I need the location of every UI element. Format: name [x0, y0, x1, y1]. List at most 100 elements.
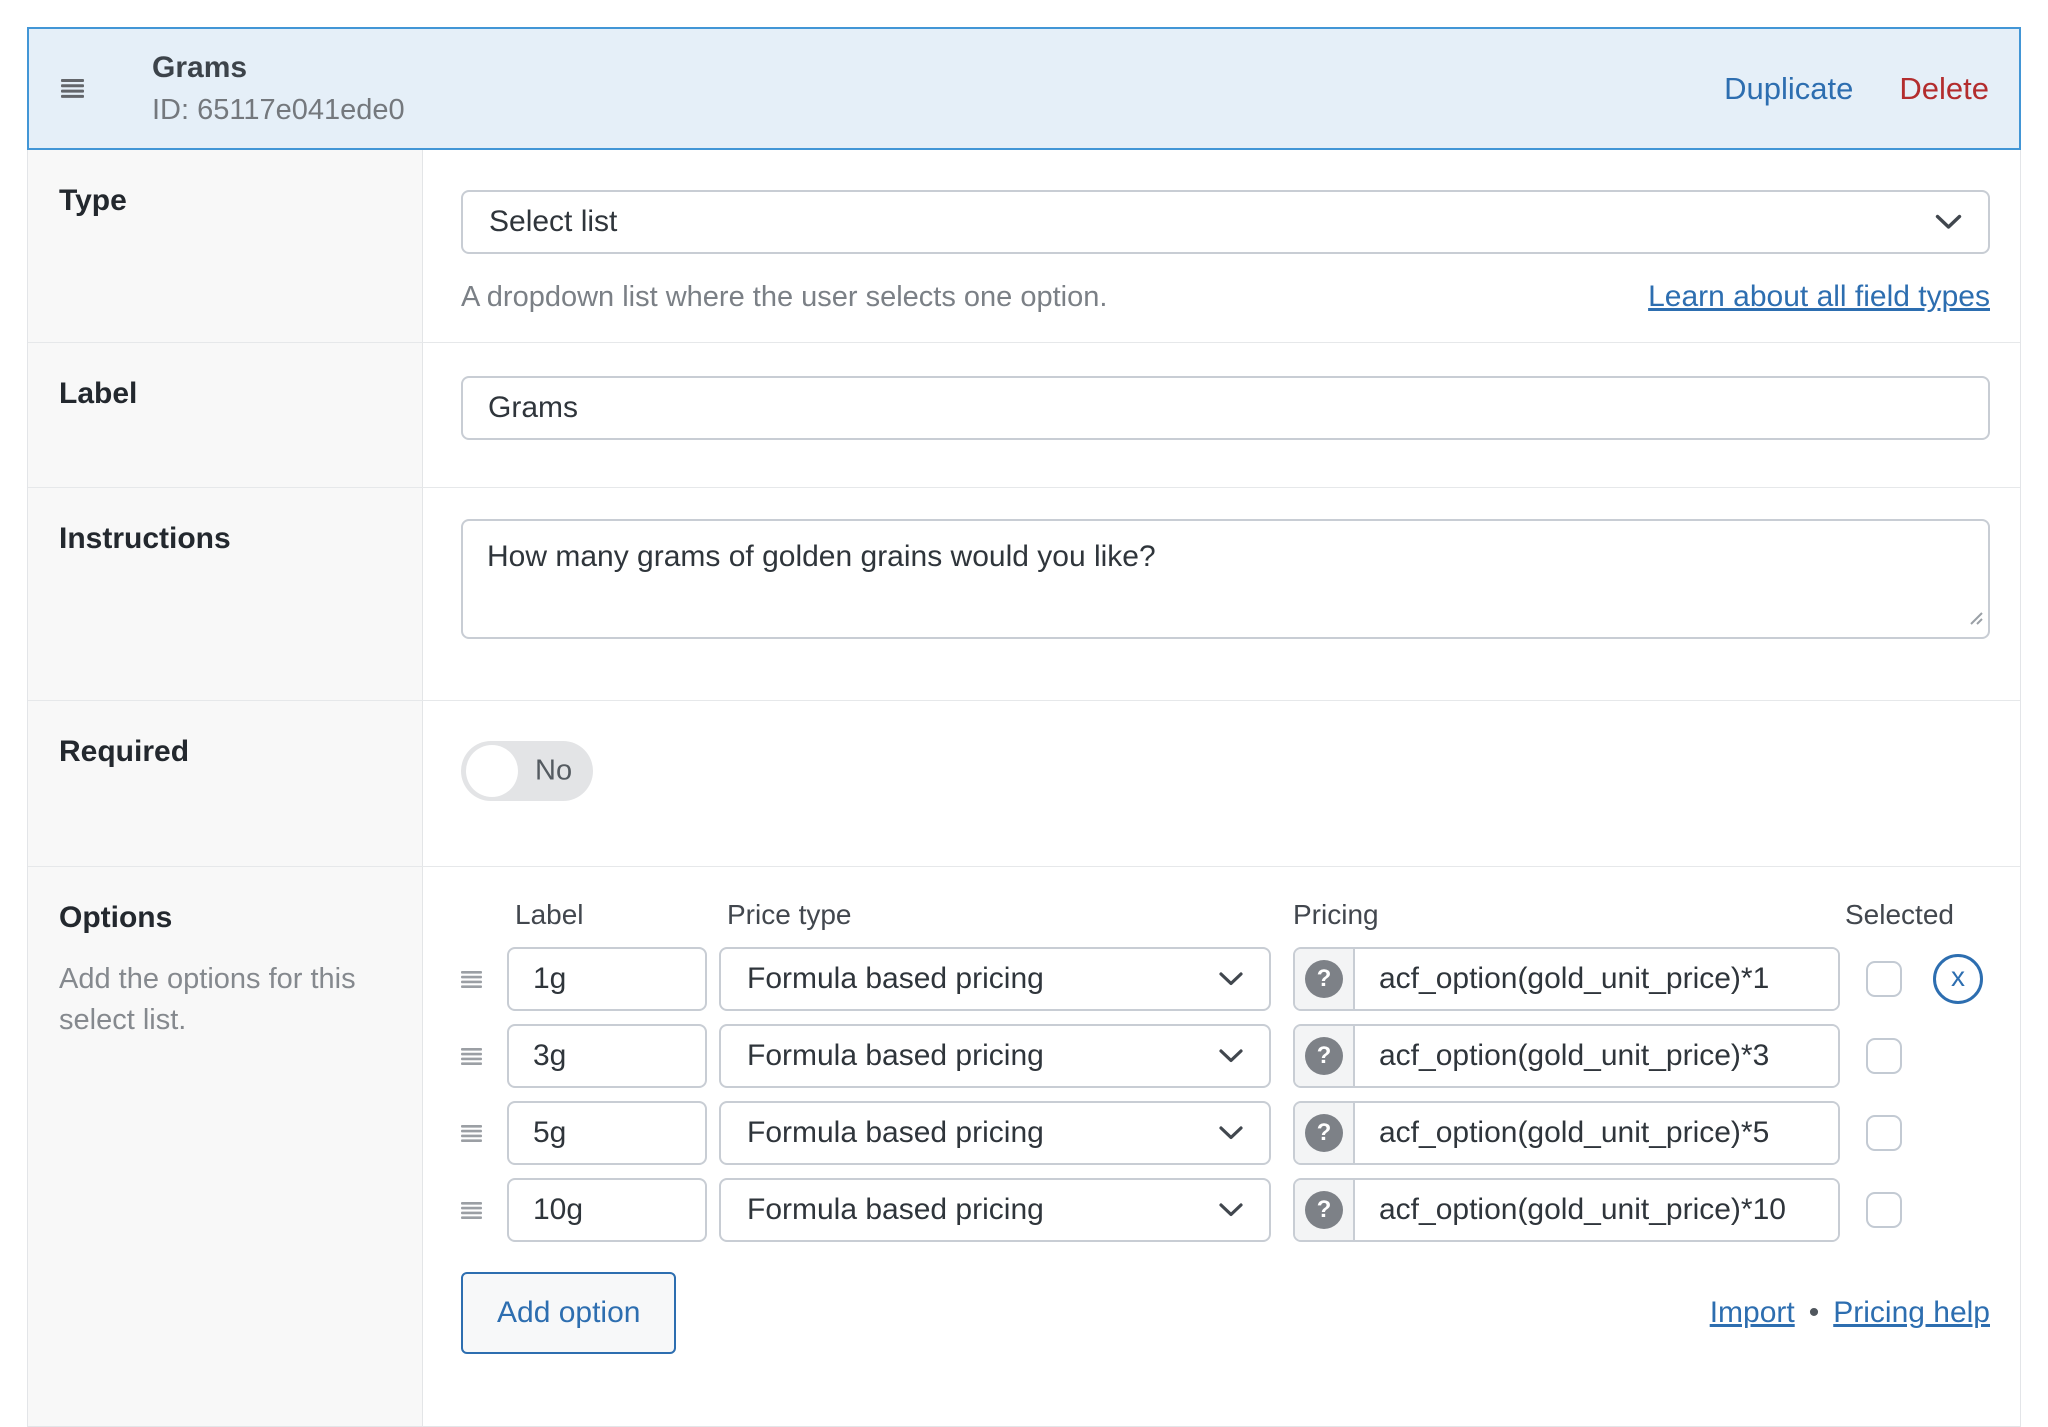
option-row: Formula based pricing ? [461, 1101, 1990, 1165]
chevron-down-icon [1219, 1049, 1243, 1063]
option-selected-cell [1866, 1038, 1902, 1074]
instructions-row-label-cell: Instructions [28, 488, 423, 700]
chevron-down-icon [1219, 972, 1243, 986]
type-row-label-cell: Type [28, 150, 423, 342]
option-pricing-group: ? [1293, 1024, 1840, 1088]
options-column-headers: Label Price type Pricing Selected [461, 899, 1990, 947]
resize-handle-icon[interactable] [1968, 610, 1984, 631]
field-title-block: Grams ID: 65117e041ede0 [152, 51, 405, 127]
learn-field-types-link[interactable]: Learn about all field types [1648, 280, 1990, 314]
option-selected-checkbox[interactable] [1866, 1115, 1902, 1151]
pricing-help-icon[interactable]: ? [1295, 1026, 1355, 1086]
label-row-label-cell: Label [28, 343, 423, 487]
option-row: Formula based pricing ? [461, 1178, 1990, 1242]
pricing-help-icon[interactable]: ? [1295, 1180, 1355, 1240]
price-type-value: Formula based pricing [721, 1193, 1269, 1227]
option-row: Formula based pricing ? x [461, 947, 1990, 1011]
label-row-content [423, 343, 2020, 487]
option-drag-handle-icon[interactable] [461, 1125, 507, 1142]
options-row-label-cell: Options Add the options for this select … [28, 867, 423, 1426]
option-selected-cell [1866, 1192, 1902, 1228]
option-remove-cell: x [1932, 954, 1984, 1004]
options-description: Add the options for this select list. [59, 959, 394, 1041]
type-label: Type [59, 184, 127, 217]
option-price-type-select[interactable]: Formula based pricing [719, 1101, 1271, 1165]
drag-handle-icon[interactable] [61, 79, 84, 98]
option-drag-handle-icon[interactable] [461, 971, 507, 988]
row-options: Options Add the options for this select … [28, 866, 2020, 1426]
row-type: Type Select list A dropdown list where t… [28, 150, 2020, 342]
option-pricing-input[interactable] [1355, 1180, 1838, 1240]
row-instructions: Instructions How many grams of golden gr… [28, 487, 2020, 700]
duplicate-button[interactable]: Duplicate [1724, 71, 1853, 107]
type-description-line: A dropdown list where the user selects o… [461, 280, 1990, 314]
option-price-type-select[interactable]: Formula based pricing [719, 1024, 1271, 1088]
instructions-textarea[interactable]: How many grams of golden grains would yo… [461, 519, 1990, 639]
option-pricing-input[interactable] [1355, 1026, 1838, 1086]
field-title: Grams [152, 51, 405, 85]
type-select[interactable]: Select list [461, 190, 1990, 254]
option-selected-cell [1866, 1115, 1902, 1151]
dot-separator: • [1809, 1296, 1820, 1330]
type-description: A dropdown list where the user selects o… [461, 281, 1107, 314]
question-icon: ? [1305, 1114, 1343, 1152]
question-icon: ? [1305, 960, 1343, 998]
option-pricing-input[interactable] [1355, 949, 1838, 1009]
chevron-down-icon [1219, 1203, 1243, 1217]
option-price-type-select[interactable]: Formula based pricing [719, 1178, 1271, 1242]
column-header-selected: Selected [1845, 899, 1954, 931]
option-drag-handle-icon[interactable] [461, 1202, 507, 1219]
option-pricing-group: ? [1293, 1178, 1840, 1242]
chevron-down-icon [1219, 1126, 1243, 1140]
field-id: ID: 65117e041ede0 [152, 94, 405, 127]
option-price-type-select[interactable]: Formula based pricing [719, 947, 1271, 1011]
option-label-input[interactable] [507, 1024, 707, 1088]
column-header-price-type: Price type [727, 899, 852, 931]
delete-button[interactable]: Delete [1899, 71, 1989, 107]
options-row-content: Label Price type Pricing Selected Formul… [423, 867, 2020, 1426]
option-pricing-group: ? [1293, 1101, 1840, 1165]
price-type-value: Formula based pricing [721, 1039, 1269, 1073]
field-settings-body: Type Select list A dropdown list where t… [27, 150, 2021, 1427]
type-select-value: Select list [463, 205, 1988, 239]
remove-option-button[interactable]: x [1933, 954, 1983, 1004]
add-option-button[interactable]: Add option [461, 1272, 676, 1354]
header-actions: Duplicate Delete [1724, 71, 2019, 107]
option-pricing-input[interactable] [1355, 1103, 1838, 1163]
chevron-down-icon [1935, 214, 1962, 230]
column-header-label: Label [515, 899, 584, 931]
required-row-content: No [423, 701, 2020, 866]
option-row: Formula based pricing ? [461, 1024, 1990, 1088]
drag-bars-glyph [61, 79, 84, 98]
label-label: Label [59, 377, 137, 410]
option-selected-checkbox[interactable] [1866, 1192, 1902, 1228]
pricing-help-link[interactable]: Pricing help [1833, 1296, 1990, 1330]
options-footer-links: Import • Pricing help [1710, 1296, 1990, 1330]
field-header: Grams ID: 65117e041ede0 Duplicate Delete [27, 27, 2021, 150]
toggle-knob [466, 745, 518, 797]
column-header-pricing: Pricing [1293, 899, 1379, 931]
option-selected-cell [1866, 961, 1902, 997]
field-editor-card: Grams ID: 65117e041ede0 Duplicate Delete… [27, 27, 2021, 1427]
question-icon: ? [1305, 1037, 1343, 1075]
toggle-state-label: No [535, 755, 572, 788]
required-label: Required [59, 735, 189, 768]
row-required: Required No [28, 700, 2020, 866]
instructions-row-content: How many grams of golden grains would yo… [423, 488, 2020, 700]
import-link[interactable]: Import [1710, 1296, 1795, 1330]
option-label-input[interactable] [507, 1101, 707, 1165]
required-toggle[interactable]: No [461, 741, 593, 801]
option-drag-handle-icon[interactable] [461, 1048, 507, 1065]
option-label-input[interactable] [507, 1178, 707, 1242]
price-type-value: Formula based pricing [721, 962, 1269, 996]
pricing-help-icon[interactable]: ? [1295, 949, 1355, 1009]
pricing-help-icon[interactable]: ? [1295, 1103, 1355, 1163]
option-selected-checkbox[interactable] [1866, 1038, 1902, 1074]
option-label-input[interactable] [507, 947, 707, 1011]
option-selected-checkbox[interactable] [1866, 961, 1902, 997]
price-type-value: Formula based pricing [721, 1116, 1269, 1150]
instructions-label: Instructions [59, 522, 231, 555]
type-row-content: Select list A dropdown list where the us… [423, 150, 2020, 342]
required-row-label-cell: Required [28, 701, 423, 866]
label-input[interactable] [461, 376, 1990, 440]
